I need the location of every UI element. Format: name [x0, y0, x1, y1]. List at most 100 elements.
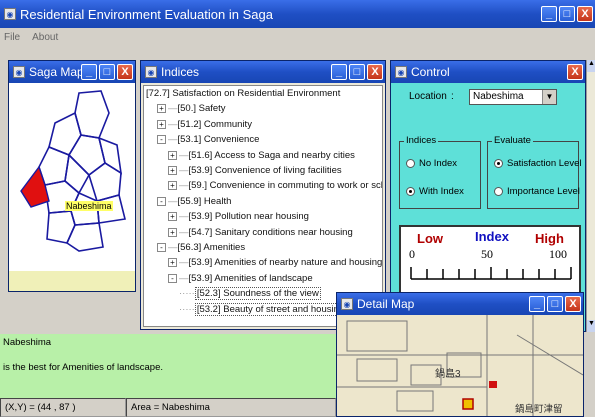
maximize-button[interactable]: □ — [99, 64, 115, 80]
info-panel: Nabeshima is the best for Amenities of l… — [0, 334, 340, 398]
tree-connector: ····· — [179, 288, 195, 300]
tree-node[interactable]: + —[50.] Safety — [157, 103, 226, 114]
tree-node[interactable]: - —[55.9] Health — [157, 196, 231, 207]
scale-index-label: Index — [475, 229, 509, 244]
tree-node[interactable]: + —[53.9] Convenience of living facilitie… — [168, 165, 342, 176]
location-separator: : — [451, 91, 454, 102]
close-button[interactable]: X — [565, 296, 581, 312]
window-icon: ◉ — [145, 66, 157, 78]
close-button[interactable]: X — [367, 64, 383, 80]
collapse-icon[interactable]: - — [157, 243, 166, 252]
map-district[interactable] — [65, 222, 104, 252]
saga-map-window: ◉ Saga Map _ □ X Nabeshima — [8, 60, 136, 292]
radio-dot-selected — [406, 187, 415, 196]
saga-map-canvas[interactable]: Nabeshima — [9, 83, 135, 271]
app-title: Residential Environment Evaluation in Sa… — [20, 6, 273, 22]
radio-no-index[interactable]: No Index — [406, 158, 457, 169]
expand-icon[interactable]: + — [168, 150, 177, 160]
status-area: Area = Nabeshima — [126, 398, 336, 417]
menu-file[interactable]: File — [4, 32, 20, 43]
indices-group-title: Indices — [404, 135, 439, 146]
radio-dot — [406, 159, 415, 168]
map-district[interactable] — [64, 153, 90, 195]
map-marker-icon[interactable] — [462, 398, 474, 410]
detail-map-canvas[interactable]: 鍋島3 鍋島町津留 — [337, 315, 583, 416]
tree-node[interactable]: ····· [52.3] Soundness of the view — [179, 287, 321, 301]
map-district[interactable] — [46, 210, 76, 244]
window-icon: ◉ — [341, 298, 353, 310]
control-title: Control — [411, 65, 450, 79]
saga-map-svg — [20, 90, 126, 252]
scale-min: 0 — [409, 247, 415, 261]
maximize-button[interactable]: □ — [349, 64, 365, 80]
maximize-button[interactable]: □ — [547, 296, 563, 312]
main-scrollbar[interactable]: ▲ ▼ — [586, 60, 595, 332]
radio-label: Importance Level — [507, 186, 580, 197]
tree-connector: — — [168, 195, 178, 207]
tree-node[interactable]: + —[59.] Convenience in commuting to work… — [168, 180, 382, 191]
expand-icon[interactable]: + — [168, 212, 177, 222]
collapse-icon[interactable]: - — [157, 135, 166, 145]
close-button[interactable]: X — [567, 64, 583, 80]
info-message: is the best for Amenities of landscape. — [3, 362, 164, 373]
expand-icon[interactable]: + — [168, 258, 177, 268]
tree-node[interactable]: + —[53.9] Amenities of nearby nature and … — [168, 257, 382, 268]
collapse-icon[interactable]: - — [168, 273, 177, 283]
radio-dot-selected — [494, 159, 503, 168]
chevron-down-icon[interactable]: ▼ — [542, 90, 556, 104]
tree-node[interactable]: - —[53.9] Amenities of landscape — [168, 273, 313, 284]
expand-icon[interactable]: + — [157, 104, 166, 114]
tree-node[interactable]: [72.7] Satisfaction on Residential Envir… — [146, 88, 340, 99]
scroll-up-icon[interactable]: ▲ — [587, 60, 595, 72]
scale-high-label: High — [535, 231, 564, 246]
minimize-button[interactable]: _ — [81, 64, 97, 80]
tree-connector: — — [168, 242, 178, 253]
evaluate-group: Evaluate Satisfaction Level Importance L… — [487, 135, 581, 209]
radio-with-index[interactable]: With Index — [406, 186, 464, 197]
radio-importance[interactable]: Importance Level — [494, 186, 580, 197]
tree-connector: — — [179, 272, 189, 284]
close-button[interactable]: X — [117, 64, 133, 80]
detail-map-title: Detail Map — [357, 297, 415, 311]
map-district-selected[interactable] — [20, 165, 50, 208]
detail-map-label: 鍋島3 — [435, 369, 461, 380]
expand-icon[interactable]: + — [168, 227, 177, 237]
collapse-icon[interactable]: - — [157, 196, 166, 206]
map-area-label: Nabeshima — [65, 201, 113, 211]
radio-dot — [494, 187, 503, 196]
minimize-button[interactable]: _ — [529, 296, 545, 312]
tree-node[interactable]: + —[54.7] Sanitary conditions near housin… — [168, 227, 353, 238]
tree-node-label: [72.7] Satisfaction on Residential Envir… — [146, 88, 341, 99]
menu-about[interactable]: About — [32, 32, 58, 43]
maximize-button[interactable]: □ — [559, 6, 575, 22]
tree-node[interactable]: + —[51.6] Access to Saga and nearby citie… — [168, 150, 355, 161]
tree-node[interactable]: - —[53.1] Convenience — [157, 134, 259, 145]
map-district[interactable] — [97, 136, 123, 175]
tree-node-label: [50.] Safety — [177, 103, 226, 115]
detail-map-label: 鍋島町津留 — [515, 404, 563, 415]
app-icon: ◉ — [4, 8, 16, 20]
close-button[interactable]: X — [577, 6, 593, 22]
tree-node[interactable]: + —[51.2] Community — [157, 119, 252, 130]
tree-node-label: [55.9] Health — [177, 195, 232, 207]
menu-bar: File About — [0, 28, 595, 46]
map-footer — [9, 271, 135, 291]
tree-node[interactable]: + —[53.9] Pollution near housing — [168, 211, 309, 222]
minimize-button[interactable]: _ — [331, 64, 347, 80]
tree-node-label: [53.9] Pollution near housing — [188, 211, 309, 223]
minimize-button[interactable]: _ — [541, 6, 557, 22]
expand-icon[interactable]: + — [157, 119, 166, 129]
tree-connector: — — [168, 103, 178, 115]
scroll-down-icon[interactable]: ▼ — [587, 320, 595, 332]
radio-satisfaction[interactable]: Satisfaction Level — [494, 158, 581, 169]
status-coords: (X,Y) = (44 , 87 ) — [0, 398, 126, 417]
tree-node[interactable]: ····· [53.2] Beauty of street and housing — [179, 302, 347, 316]
saga-map-title: Saga Map — [29, 65, 81, 79]
tree-node[interactable]: - —[56.3] Amenities — [157, 242, 245, 253]
tree-node-label: [53.2] Beauty of street and housing — [194, 302, 347, 316]
scale-ruler — [410, 267, 572, 280]
expand-icon[interactable]: + — [168, 181, 177, 191]
tree-connector: — — [168, 134, 178, 146]
location-select[interactable]: Nabeshima ▼ — [469, 89, 557, 105]
expand-icon[interactable]: + — [168, 166, 177, 175]
